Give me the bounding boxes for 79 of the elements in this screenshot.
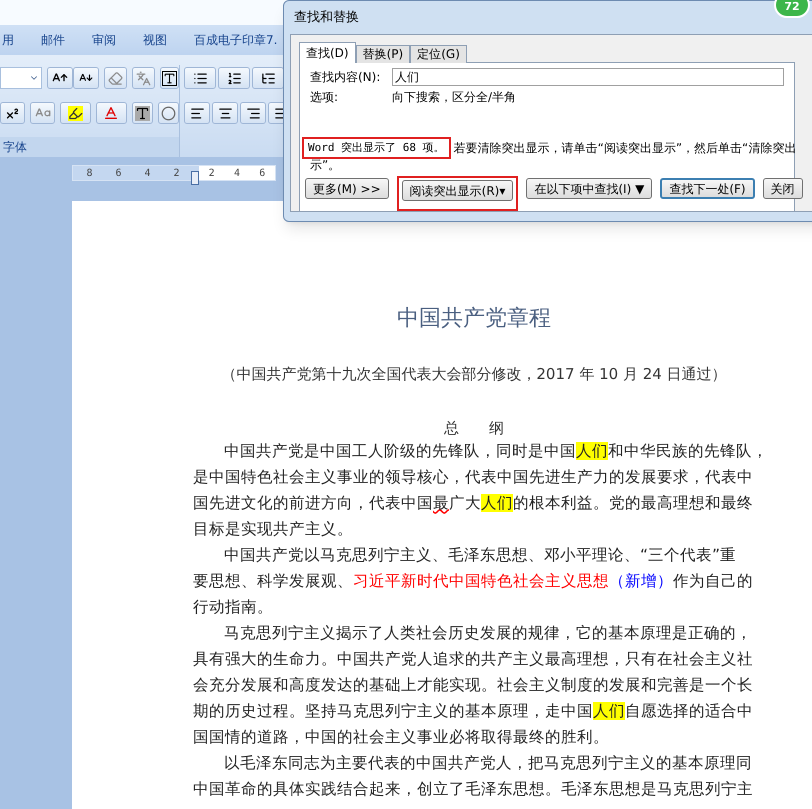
dialog-button[interactable]: 查找下一处(F) (660, 178, 755, 199)
eraser-icon (108, 70, 123, 86)
highlight-button[interactable] (60, 102, 91, 124)
clear-format-button[interactable] (104, 67, 127, 89)
font-color-icon (103, 105, 120, 121)
numbered-list-icon (226, 70, 242, 86)
paragraph-line: 马克思列宁主义揭示了人类社会历史发展的规律，它的基本原理是正确的， (223, 622, 753, 644)
options-value: 向下搜索，区分全/半角 (392, 89, 516, 106)
document-subtitle: （中国共产党第十九次全国代表大会部分修改，2017 年 10 月 24 日通过） (220, 364, 728, 385)
ruler-number: 2 (173, 166, 180, 180)
dialog-tab[interactable]: 定位(G) (410, 45, 467, 63)
clear-highlight-message: 若要清除突出显示，请单击“阅读突出显示”，然后单击“清除突出 (454, 141, 796, 155)
ribbon-tab[interactable]: 视图 (143, 31, 167, 49)
align-left-button[interactable] (184, 102, 210, 124)
paragraph-line: 以毛泽东同志为主要代表的中国共产党人，把马克思列宁主义的基本原理同 (223, 752, 753, 774)
section-heading: 总 纲 (443, 418, 505, 438)
dialog-button[interactable]: 在以下项中查找(I) ▼ (526, 178, 652, 199)
dialog-tab[interactable]: 替换(P) (356, 45, 410, 63)
superscript-icon (5, 106, 20, 120)
align-center-button[interactable] (212, 102, 238, 124)
paragraph-line: 中国革命的具体实践结合起来，创立了毛泽东思想。毛泽东思想是马克思列宁主 (193, 778, 754, 800)
count-badge: 72 (774, 0, 810, 18)
paragraph-line: 国国情的道路，中国的社会主义事业必将取得最终的胜利。 (193, 726, 610, 748)
dialog-button[interactable]: 阅读突出显示(R)▾ (402, 180, 514, 201)
paragraph-line: 会充分发展和高度发达的基础上才能实现。社会主义制度的发展和完善是一个长 (193, 674, 754, 696)
dialog-tab[interactable]: 查找(D) (299, 42, 356, 63)
ribbon-tab[interactable]: 邮件 (41, 31, 65, 49)
phonetic-guide-button[interactable] (132, 67, 155, 89)
dialog-button[interactable]: 更多(M) >> (305, 178, 389, 199)
superscript-button[interactable] (0, 102, 26, 124)
ruler-number: 8 (86, 166, 93, 180)
ruler-number: 2 (208, 167, 215, 180)
ruler-number: 6 (259, 167, 266, 180)
dialog-title: 查找和替换 (294, 8, 359, 27)
paragraph-line: 具有强大的生命力。中国共产党人追求的共产主义最高理想，只有在社会主义社 (193, 648, 754, 670)
grow-font-button[interactable] (47, 67, 74, 89)
enclosed-character-icon (160, 106, 176, 120)
find-field[interactable]: 人们 (392, 68, 784, 86)
paragraph-line: 目标是实现共产主义。 (193, 518, 354, 540)
ribbon-tab[interactable]: 用 (2, 31, 14, 49)
phonetic-icon (136, 70, 151, 86)
highlight-count-message: Word 突出显示了 68 项。 (302, 137, 451, 159)
indent-marker[interactable] (191, 171, 199, 185)
numbering-button[interactable] (218, 67, 250, 89)
align-right-icon (246, 106, 260, 120)
ruler-number: 4 (234, 167, 240, 180)
message-continuation: 示”。 (310, 158, 342, 172)
paragraph-line: 中国共产党是中国工人阶级的先锋队，同时是中国人们和中华民族的先锋队， (223, 440, 769, 462)
paragraph-line: 国先进文化的前进方向，代表中国最广大人们的根本利益。党的最高理想和最终 (193, 492, 754, 514)
enclose-character-button[interactable] (158, 102, 179, 124)
document-title: 中国共产党章程 (396, 305, 552, 333)
bullet-list-icon (192, 70, 208, 86)
paragraph-line: 是中国特色社会主义事业的领导核心，代表中国先进生产力的发展要求，代表中 (193, 466, 754, 488)
bordered-letter-icon (162, 70, 177, 86)
multilevel-list-icon (260, 70, 276, 86)
paragraph-line: 期的历史过程。坚持马克思列宁主义的基本原理，走中国人们 自愿选择的适合中 (193, 700, 754, 722)
character-border-button[interactable] (160, 67, 179, 89)
bullets-button[interactable] (184, 67, 216, 89)
paragraph-line: 中国共产党以马克思列宁主义、毛泽东思想、邓小平理论、“三个代表”重 (223, 544, 738, 566)
change-case-button[interactable] (30, 102, 56, 124)
find-label: 查找内容(N): (310, 69, 382, 86)
highlighter-icon (68, 106, 83, 120)
ribbon-tab[interactable]: 百成电子印章7. (194, 31, 278, 49)
shrink-font-button[interactable] (73, 67, 100, 89)
align-left-icon (190, 106, 204, 120)
ruler-number: 6 (115, 166, 122, 180)
font-color-button[interactable] (96, 102, 127, 124)
group-label: 字体 (3, 139, 27, 156)
paragraph-line: 行动指南。 (193, 596, 274, 618)
multilevel-list-button[interactable] (252, 67, 284, 89)
ribbon-tab[interactable]: 审阅 (92, 31, 116, 49)
align-right-button[interactable] (240, 102, 266, 124)
dialog-button[interactable]: 关闭 (762, 178, 803, 199)
shaded-letter-icon (134, 106, 150, 120)
paragraph-line: 要思想、科学发展观、习近平新时代中国特色社会主义思想（新增）作为自己的 (193, 570, 754, 592)
ruler-number: 4 (144, 166, 151, 180)
character-shading-button[interactable] (132, 102, 153, 124)
align-center-icon (218, 106, 232, 120)
options-label: 选项: (310, 89, 340, 106)
